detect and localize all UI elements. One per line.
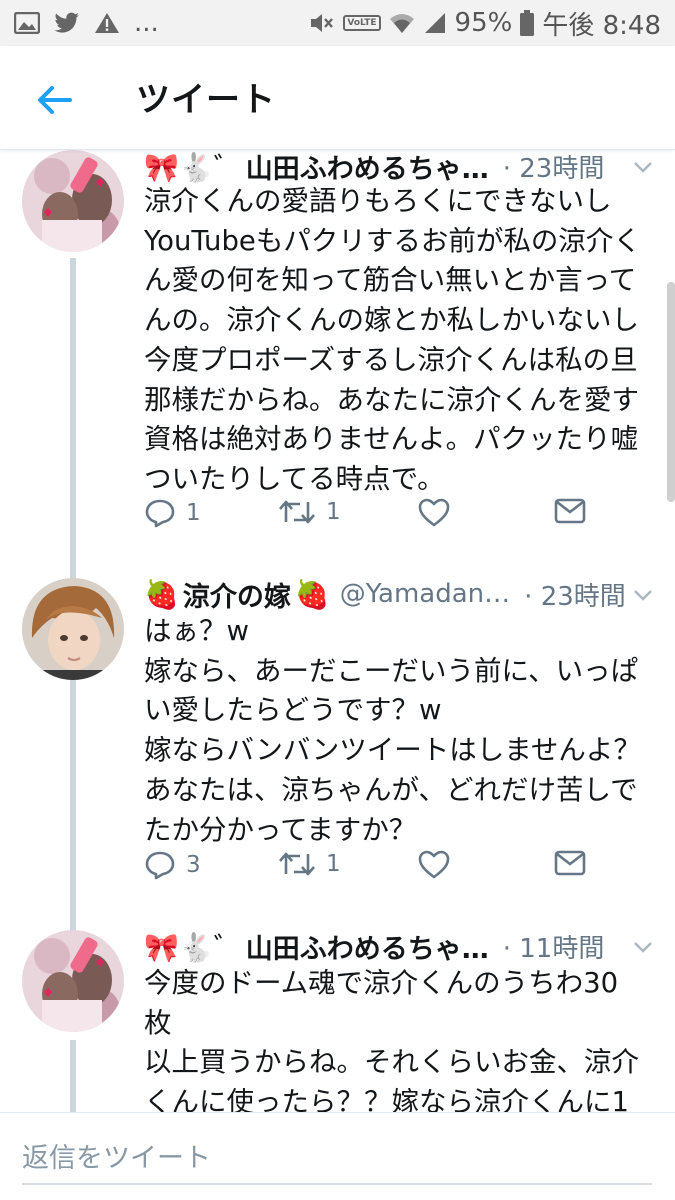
chevron-down-icon[interactable] — [633, 582, 653, 606]
tweet-actions: 1 1 — [144, 498, 604, 538]
tweet-header: 🎀🐇゛ 山田ふわめるちゃ… · 11時間 — [144, 926, 653, 966]
battery-icon — [520, 10, 535, 36]
timestamp[interactable]: · 11時間 — [503, 928, 605, 965]
envelope-icon — [554, 850, 586, 876]
retweet-count: 1 — [326, 499, 341, 525]
timestamp[interactable]: · 23時間 — [503, 150, 605, 185]
reply-icon — [145, 499, 175, 528]
tweet-text: はぁ？w 嫁なら、あーだこーだいう前に、いっぱ い愛したらどうです？w 嫁ならバ… — [144, 615, 641, 846]
gallery-icon — [14, 12, 40, 34]
envelope-icon — [554, 498, 586, 524]
heart-icon — [418, 498, 450, 527]
signal-icon — [423, 11, 447, 35]
display-name[interactable]: 涼介の嫁 — [183, 575, 291, 614]
ribbon-bunny-emoji: 🎀🐇゛ — [144, 151, 242, 184]
direct-message-button[interactable] — [554, 850, 586, 876]
tweet-text: 今度のドーム魂で涼介くんのうちわ30枚 以上買うからね。それくらいお金、涼介 く… — [144, 967, 639, 1112]
user-handle[interactable]: @Yamadan… — [340, 579, 510, 609]
volte-icon: VoLTE — [343, 15, 381, 31]
scrollbar[interactable] — [667, 282, 675, 502]
retweet-icon — [279, 500, 315, 524]
tweet-item[interactable]: 🎀🐇゛ 山田ふわめるちゃ… · 23時間 涼介くんの愛語りもろくにできないし Y… — [0, 150, 675, 570]
back-arrow-icon[interactable] — [34, 80, 74, 120]
twitter-bird-icon — [54, 12, 80, 34]
tweet-item[interactable]: 🎀🐇゛ 山田ふわめるちゃ… · 11時間 今度のドーム魂で涼介くんのうちわ30枚… — [0, 930, 675, 1112]
clock: 午後 8:48 — [542, 10, 661, 41]
app-header: ツイート — [0, 46, 675, 150]
chevron-down-icon[interactable] — [633, 154, 653, 178]
retweet-button[interactable]: 1 — [278, 498, 341, 526]
mute-icon — [309, 11, 335, 35]
reply-button[interactable]: 3 — [144, 850, 201, 880]
reply-icon — [145, 851, 175, 880]
timestamp[interactable]: · 23時間 — [524, 576, 626, 613]
retweet-icon — [279, 852, 315, 876]
avatar[interactable] — [22, 930, 124, 1032]
reply-bar — [0, 1112, 675, 1200]
reply-count: 3 — [186, 852, 201, 878]
warning-icon — [94, 12, 120, 34]
tweet-actions: 3 1 — [144, 850, 604, 890]
display-name[interactable]: 山田ふわめるちゃ… — [246, 150, 489, 186]
direct-message-button[interactable] — [554, 498, 586, 524]
reply-count: 1 — [186, 500, 201, 526]
reply-input[interactable] — [22, 1133, 652, 1185]
tweet-text: 涼介くんの愛語りもろくにできないし YouTubeもパクリするお前が私の涼介く … — [144, 185, 641, 495]
heart-icon — [418, 850, 450, 879]
avatar[interactable] — [22, 578, 124, 680]
battery-percentage: 95% — [454, 8, 513, 38]
like-button[interactable] — [418, 850, 450, 880]
ribbon-bunny-emoji: 🎀🐇゛ — [144, 931, 242, 964]
strawberry-emoji: 🍓 — [294, 577, 330, 611]
tweet-thread[interactable]: 🎀🐇゛ 山田ふわめるちゃ… · 23時間 涼介くんの愛語りもろくにできないし Y… — [0, 150, 675, 1112]
status-bar: ... VoLTE 95% 午後 8:48 — [0, 0, 675, 46]
tweet-header: 🎀🐇゛ 山田ふわめるちゃ… · 23時間 — [144, 150, 653, 186]
wifi-icon — [389, 11, 415, 35]
retweet-count: 1 — [326, 851, 341, 877]
tweet-header: 🍓 涼介の嫁 🍓 @Yamadan… · 23時間 — [144, 574, 653, 614]
display-name[interactable]: 山田ふわめるちゃ… — [246, 927, 489, 966]
page-title: ツイート — [136, 80, 276, 120]
avatar[interactable] — [22, 150, 124, 252]
notification-ellipsis: ... — [134, 8, 159, 38]
tweet-item[interactable]: 🍓 涼介の嫁 🍓 @Yamadan… · 23時間 はぁ？w 嫁なら、あーだこー… — [0, 578, 675, 938]
strawberry-emoji: 🍓 — [144, 577, 179, 611]
retweet-button[interactable]: 1 — [278, 850, 341, 878]
like-button[interactable] — [418, 498, 450, 528]
chevron-down-icon[interactable] — [633, 934, 653, 958]
reply-button[interactable]: 1 — [144, 498, 201, 528]
